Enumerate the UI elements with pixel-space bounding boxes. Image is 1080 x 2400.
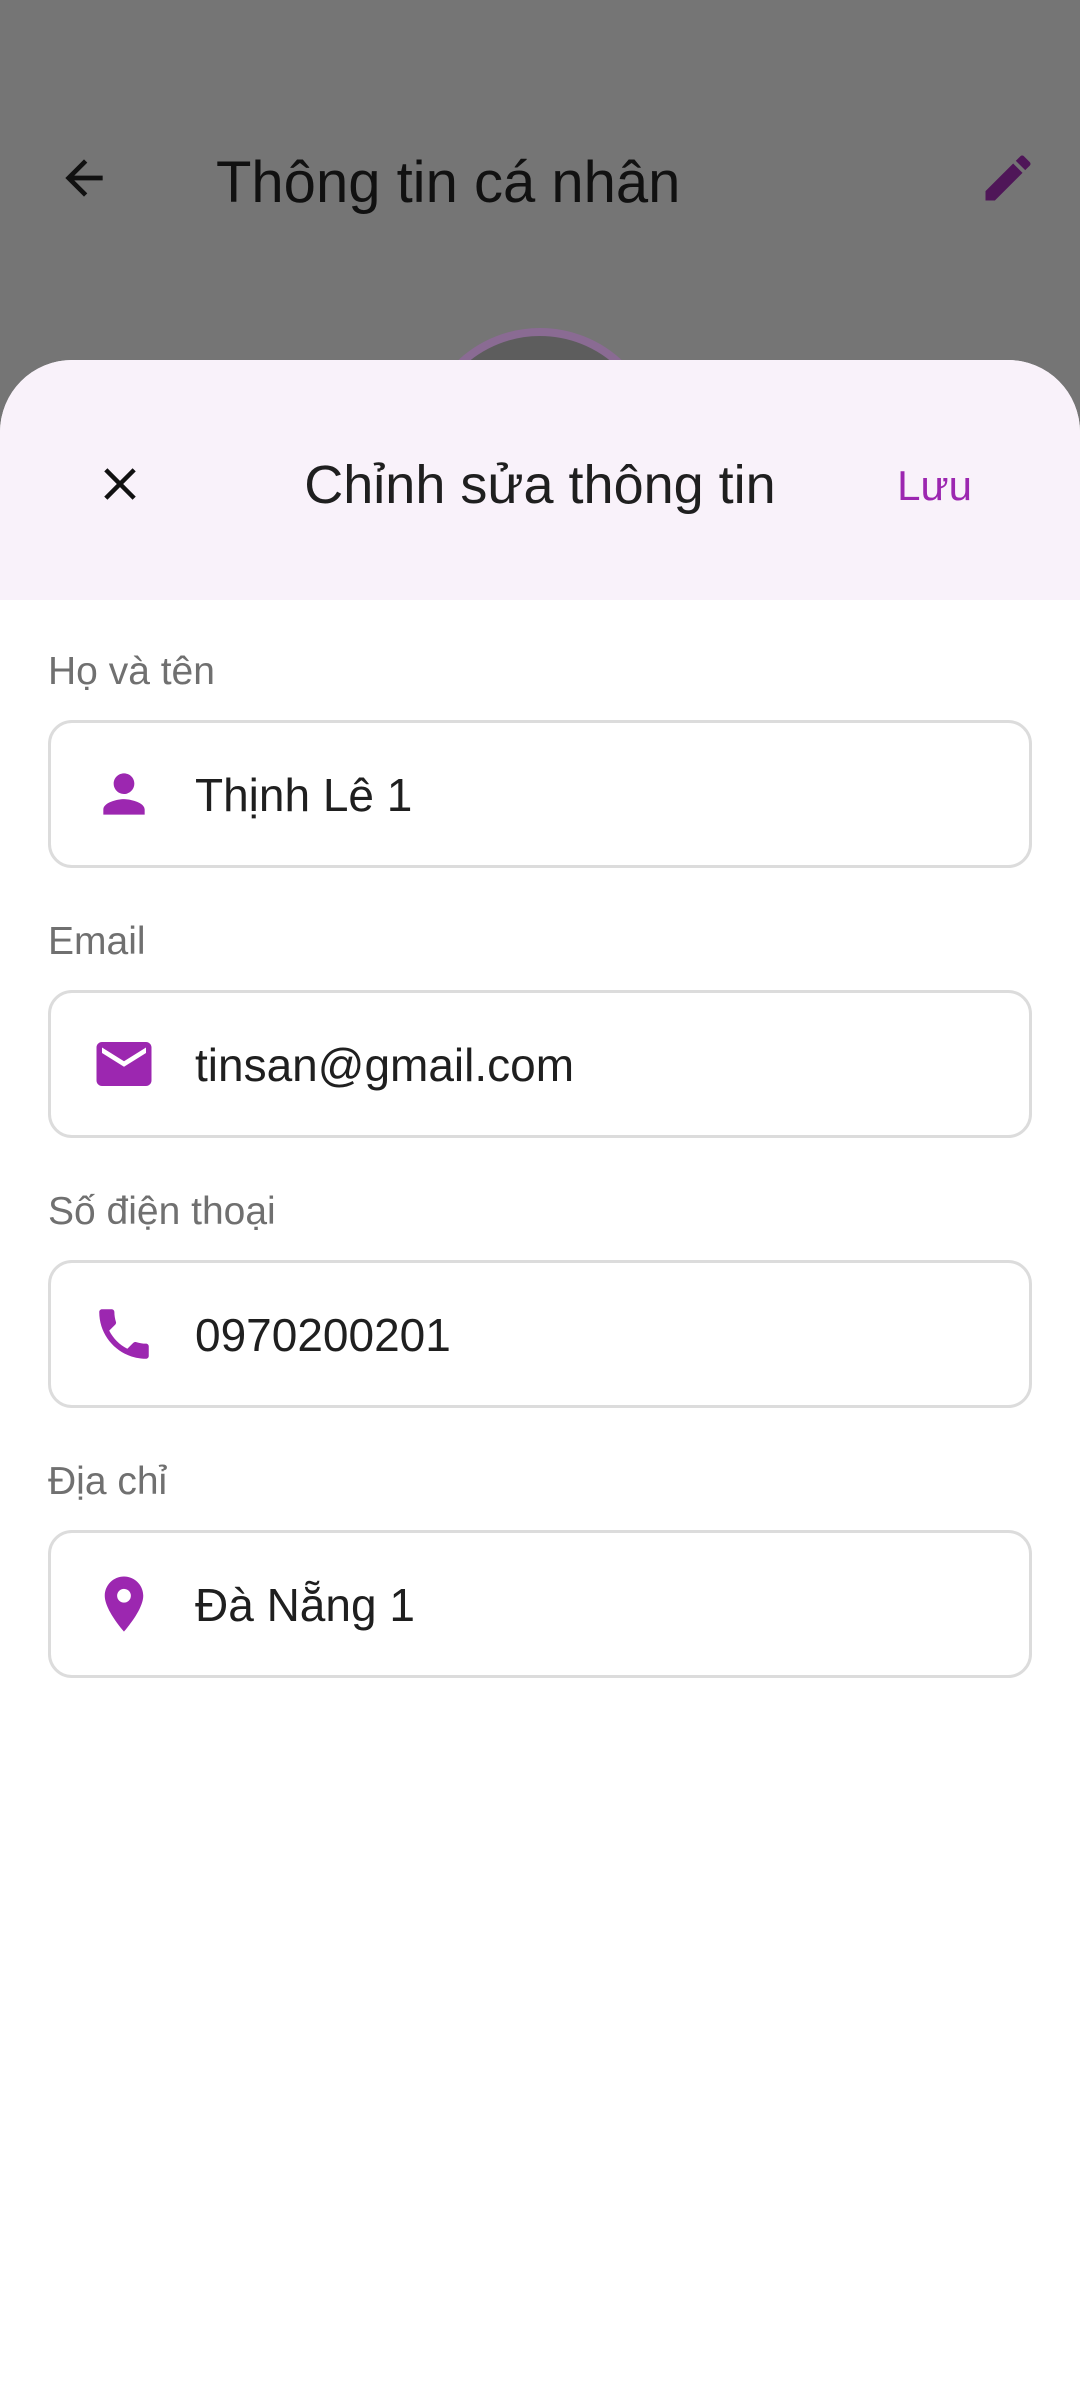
full-name-label: Họ và tên: [48, 650, 215, 693]
pencil-icon: [985, 155, 1031, 201]
sheet-header: Chỉnh sửa thông tin Lưu: [0, 360, 1080, 600]
background-app-bar: Thông tin cá nhân: [0, 0, 1080, 360]
email-value: tinsan@gmail.com: [195, 1039, 575, 1091]
address-value: Đà Nẵng 1: [195, 1579, 415, 1631]
full-name-value: Thịnh Lê 1: [195, 769, 413, 821]
location-pin-icon: [91, 1571, 157, 1637]
edit-info-sheet: Chỉnh sửa thông tin Lưu Họ và tên Thịnh …: [0, 360, 1080, 2400]
address-field[interactable]: Đà Nẵng 1: [48, 1530, 1032, 1678]
email-icon: [91, 1031, 157, 1097]
email-label: Email: [48, 920, 146, 963]
full-name-field[interactable]: Thịnh Lê 1: [48, 720, 1032, 868]
page-title: Thông tin cá nhân: [216, 150, 681, 215]
edit-button[interactable]: [972, 142, 1044, 214]
save-button[interactable]: Lưu: [897, 456, 972, 516]
person-icon: [91, 761, 157, 827]
arrow-back-icon: [65, 159, 103, 197]
phone-icon: [91, 1301, 157, 1367]
email-field[interactable]: tinsan@gmail.com: [48, 990, 1032, 1138]
back-button[interactable]: [48, 142, 120, 214]
phone-label: Số điện thoại: [48, 1190, 276, 1233]
phone-value: 0970200201: [195, 1309, 451, 1361]
phone-field[interactable]: 0970200201: [48, 1260, 1032, 1408]
address-label: Địa chỉ: [48, 1460, 168, 1503]
